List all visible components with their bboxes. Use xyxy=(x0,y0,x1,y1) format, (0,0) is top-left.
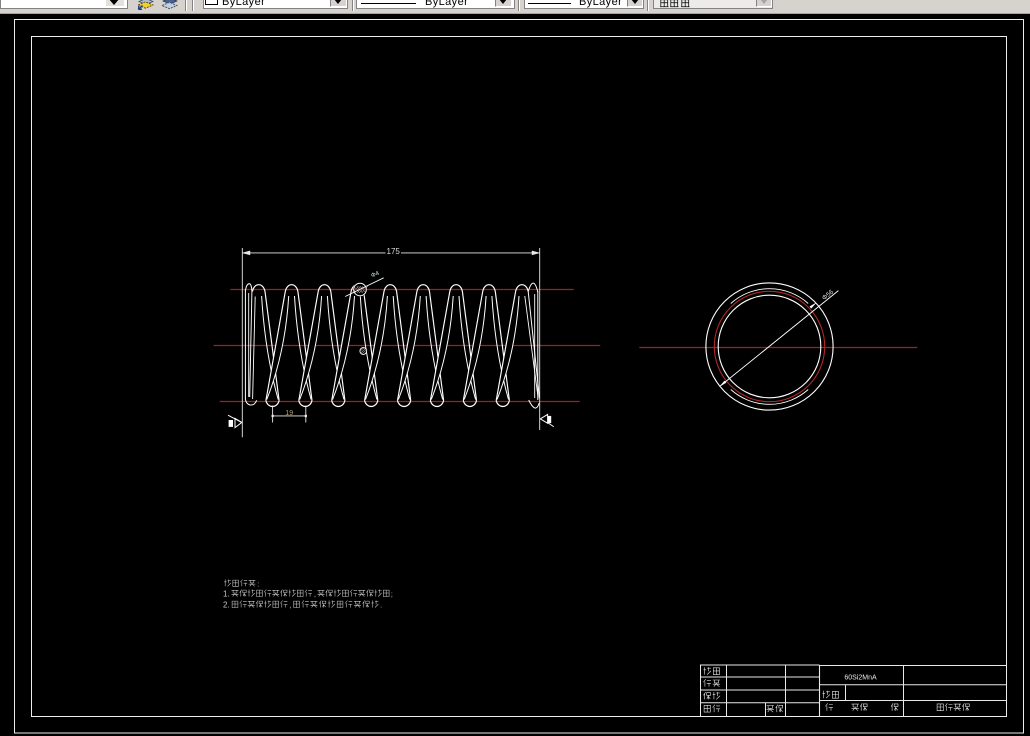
svg-text:19: 19 xyxy=(285,410,293,417)
svg-text:,: , xyxy=(314,592,316,599)
svg-text:,: , xyxy=(290,603,292,610)
svg-text:1.: 1. xyxy=(223,590,230,599)
svg-text:60Si2MnA: 60Si2MnA xyxy=(844,675,877,682)
svg-text::: : xyxy=(257,582,259,589)
svg-text:.: . xyxy=(380,603,382,610)
svg-text:;: ; xyxy=(391,592,393,599)
svg-text:2.: 2. xyxy=(223,601,230,610)
svg-text:175: 175 xyxy=(387,247,401,256)
